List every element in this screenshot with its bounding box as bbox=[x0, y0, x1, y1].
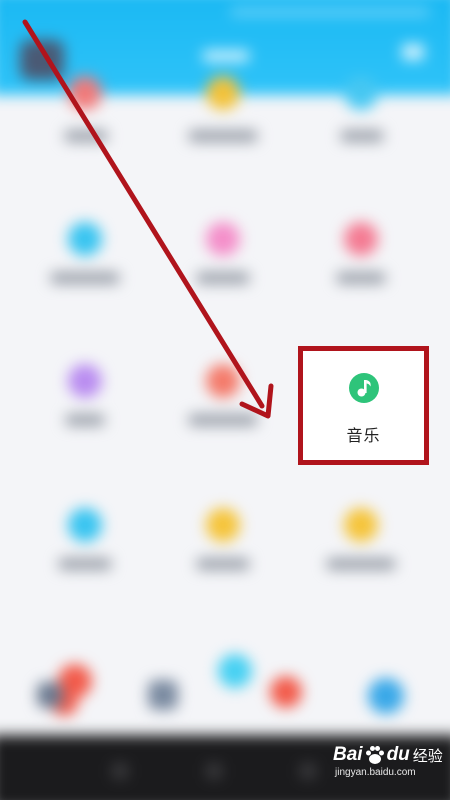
music-label: 音乐 bbox=[346, 426, 381, 445]
app-icon bbox=[68, 364, 102, 398]
grid-item[interactable] bbox=[30, 364, 140, 454]
avatar[interactable] bbox=[20, 40, 64, 80]
app-icon bbox=[68, 76, 102, 110]
item-label bbox=[336, 272, 386, 284]
item-label bbox=[340, 130, 384, 142]
grid-item[interactable] bbox=[168, 76, 278, 170]
tab-home-icon[interactable] bbox=[37, 682, 63, 708]
home-key[interactable] bbox=[206, 763, 222, 779]
item-label bbox=[64, 130, 108, 142]
app-icon bbox=[344, 222, 378, 256]
item-label bbox=[188, 130, 258, 142]
paw-icon bbox=[365, 746, 384, 764]
app-icon[interactable] bbox=[218, 654, 252, 688]
highlight-box: 音乐 bbox=[298, 346, 429, 465]
grid-item[interactable] bbox=[30, 508, 140, 598]
tab-discover-icon[interactable] bbox=[148, 680, 178, 710]
grid-item[interactable] bbox=[306, 222, 416, 312]
item-label bbox=[196, 558, 250, 570]
watermark-brand-cn: 经验 bbox=[412, 746, 443, 765]
music-entry[interactable]: 音乐 bbox=[303, 351, 424, 460]
baidu-watermark: Bai du 经验 jingyan.baidu.com bbox=[333, 744, 445, 794]
item-label bbox=[65, 414, 105, 426]
music-note-icon bbox=[348, 373, 379, 403]
grid-item[interactable] bbox=[168, 364, 278, 454]
watermark-url: jingyan.baidu.com bbox=[335, 767, 416, 778]
app-icon bbox=[344, 508, 378, 542]
recent-key[interactable] bbox=[300, 763, 316, 779]
item-label bbox=[326, 558, 396, 570]
watermark-brand-left: Bai bbox=[333, 744, 363, 765]
grid-item[interactable] bbox=[306, 76, 416, 170]
app-icon bbox=[344, 76, 378, 110]
grid-item[interactable] bbox=[30, 222, 140, 312]
app-icon bbox=[206, 508, 240, 542]
grid-item[interactable] bbox=[168, 508, 278, 598]
tab-me-icon[interactable] bbox=[368, 678, 404, 714]
app-icon bbox=[206, 76, 240, 110]
menu-icon[interactable] bbox=[402, 44, 424, 60]
item-label bbox=[58, 558, 112, 570]
grid-item[interactable] bbox=[30, 76, 140, 170]
grid-item[interactable] bbox=[168, 222, 278, 312]
watermark-brand-right: du bbox=[386, 744, 410, 765]
tab-live-icon[interactable] bbox=[270, 676, 302, 708]
grid-item[interactable] bbox=[306, 508, 416, 598]
back-key[interactable] bbox=[112, 763, 128, 779]
app-icon bbox=[68, 508, 102, 542]
item-label bbox=[188, 414, 258, 426]
app-icon bbox=[206, 222, 240, 256]
item-label bbox=[196, 272, 250, 284]
app-icon bbox=[206, 364, 240, 398]
page-title bbox=[202, 50, 250, 62]
item-label bbox=[50, 272, 120, 284]
app-icon bbox=[68, 222, 102, 256]
status-bar bbox=[230, 8, 430, 16]
